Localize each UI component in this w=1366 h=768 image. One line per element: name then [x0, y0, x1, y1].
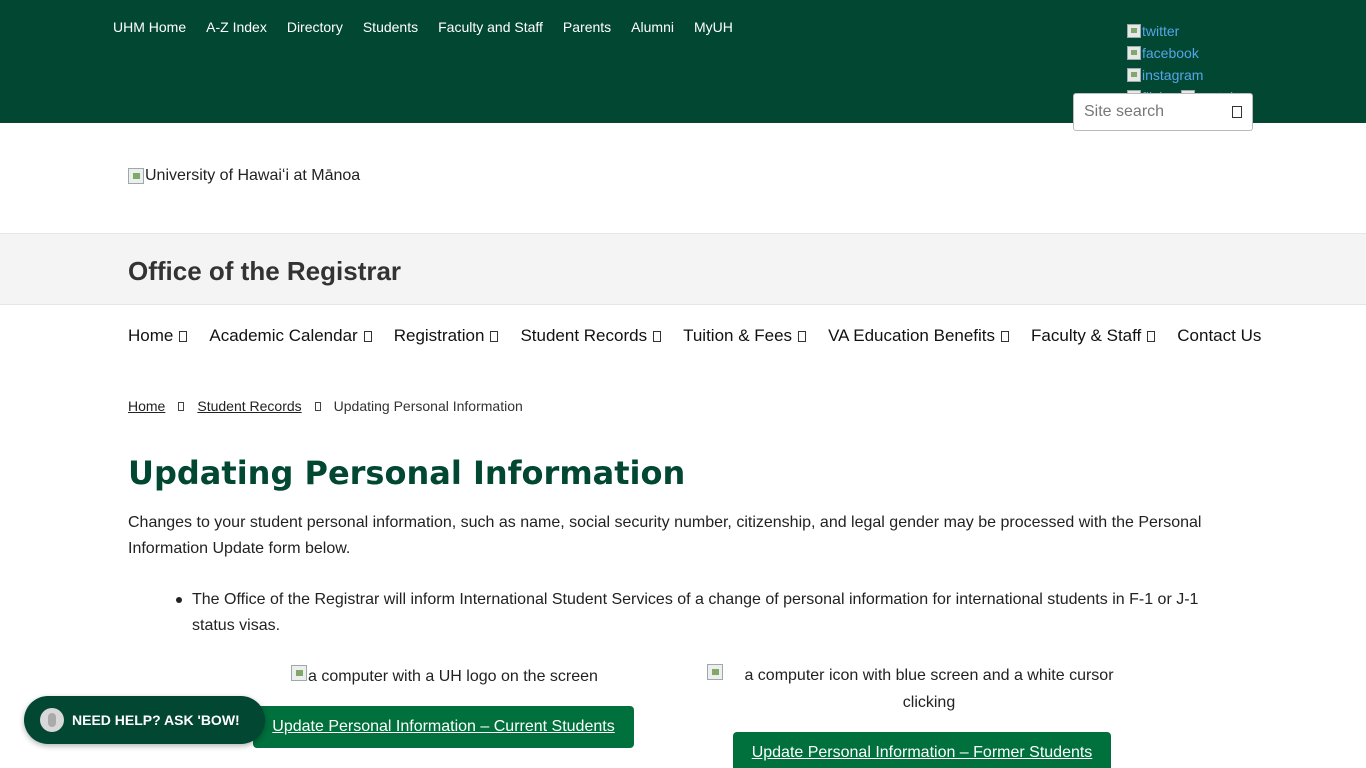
- help-chat-button[interactable]: NEED HELP? ASK 'BOW!: [24, 696, 265, 744]
- chevron-right-icon: [178, 401, 185, 411]
- list-item: The Office of the Registrar will inform …: [176, 587, 1222, 639]
- nav-faculty-staff[interactable]: Faculty & Staff: [1031, 326, 1156, 346]
- breadcrumb-student-records[interactable]: Student Records: [197, 398, 301, 414]
- update-current-students-button[interactable]: Update Personal Information – Current St…: [253, 706, 634, 748]
- nav-tuition-fees[interactable]: Tuition & Fees: [683, 326, 807, 346]
- rainbow-warrior-icon: [40, 708, 64, 732]
- breadcrumb-home[interactable]: Home: [128, 398, 165, 414]
- chevron-right-icon: [314, 401, 321, 411]
- link-a-z-index[interactable]: A-Z Index: [206, 19, 267, 35]
- link-faculty-staff[interactable]: Faculty and Staff: [438, 19, 543, 35]
- search-input[interactable]: [1084, 103, 1219, 121]
- page-title: Updating Personal Information: [128, 454, 686, 492]
- twitter-icon[interactable]: twitter: [1127, 20, 1267, 42]
- university-logo[interactable]: University of Hawaiʻi at Mānoa: [128, 167, 360, 185]
- nav-student-records[interactable]: Student Records: [520, 326, 662, 346]
- site-search: [1073, 93, 1253, 131]
- global-links: UHM Home A-Z Index Directory Students Fa…: [113, 19, 733, 35]
- nav-home[interactable]: Home: [128, 326, 188, 346]
- broken-image-icon: [128, 168, 144, 184]
- instagram-icon[interactable]: instagram: [1127, 64, 1267, 86]
- breadcrumb: Home Student Records Updating Personal I…: [128, 398, 523, 414]
- nav-academic-calendar[interactable]: Academic Calendar: [209, 326, 372, 346]
- link-myuh[interactable]: MyUH: [694, 19, 733, 35]
- update-former-students-button[interactable]: Update Personal Information – Former Stu…: [733, 732, 1111, 768]
- link-students[interactable]: Students: [363, 19, 418, 35]
- broken-image-icon: [707, 664, 723, 680]
- link-uhm-home[interactable]: UHM Home: [113, 19, 186, 35]
- search-icon[interactable]: [1232, 106, 1242, 118]
- link-alumni[interactable]: Alumni: [631, 19, 674, 35]
- broken-image-icon: [291, 665, 307, 681]
- facebook-icon[interactable]: facebook: [1127, 42, 1267, 64]
- chevron-down-icon: [490, 330, 499, 342]
- chevron-down-icon: [1001, 330, 1010, 342]
- chevron-down-icon: [1147, 330, 1156, 342]
- main-nav: Home Academic Calendar Registration Stud…: [128, 326, 1261, 346]
- nav-contact-us[interactable]: Contact Us: [1177, 326, 1261, 346]
- current-students-image: a computer with a UH logo on the screen: [291, 663, 598, 690]
- site-title[interactable]: Office of the Registrar: [128, 256, 401, 287]
- intro-paragraph: Changes to your student personal informa…: [128, 514, 1202, 557]
- chevron-down-icon: [179, 330, 188, 342]
- breadcrumb-current: Updating Personal Information: [333, 398, 523, 414]
- nav-va-education-benefits[interactable]: VA Education Benefits: [828, 326, 1010, 346]
- link-directory[interactable]: Directory: [287, 19, 343, 35]
- chevron-down-icon: [653, 330, 662, 342]
- link-parents[interactable]: Parents: [563, 19, 611, 35]
- chevron-down-icon: [363, 330, 372, 342]
- nav-registration[interactable]: Registration: [394, 326, 499, 346]
- chevron-down-icon: [798, 330, 807, 342]
- former-students-image: a computer icon with blue screen and a w…: [707, 662, 1137, 716]
- social-links: twitter facebook instagram flickr youtub…: [1127, 20, 1267, 100]
- site-title-band: Office of the Registrar: [0, 233, 1366, 305]
